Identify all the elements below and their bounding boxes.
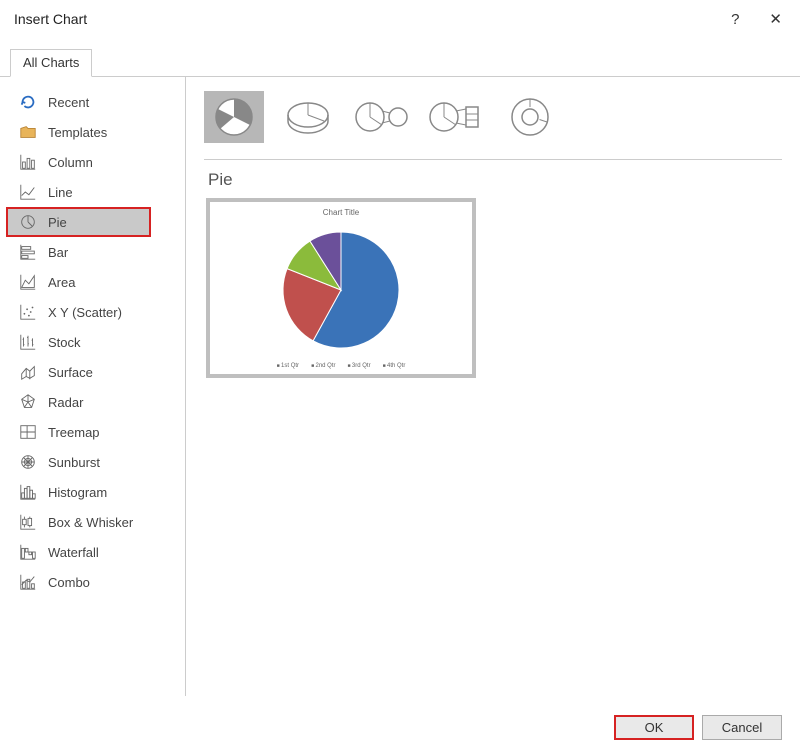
- sidebar-item-label: Sunburst: [48, 455, 100, 470]
- subtype-pie[interactable]: [204, 91, 264, 143]
- legend-item: 4th Qtr: [383, 363, 406, 369]
- sidebar-item-line[interactable]: Line: [8, 177, 185, 207]
- sidebar-item-sunburst[interactable]: Sunburst: [8, 447, 185, 477]
- sidebar-item-pie[interactable]: Pie: [6, 207, 151, 237]
- content-area: Recent Templates Column Line: [0, 76, 800, 696]
- help-icon[interactable]: ?: [731, 11, 739, 28]
- sidebar-item-waterfall[interactable]: Waterfall: [8, 537, 185, 567]
- sidebar-item-boxwhisker[interactable]: Box & Whisker: [8, 507, 185, 537]
- templates-icon: [18, 123, 38, 141]
- bar-icon: [18, 243, 38, 261]
- sidebar-item-area[interactable]: Area: [8, 267, 185, 297]
- sidebar-item-label: Combo: [48, 575, 90, 590]
- chart-preview-legend: 1st Qtr 2nd Qtr 3rd Qtr 4th Qtr: [277, 361, 406, 370]
- sidebar-item-label: Templates: [48, 125, 107, 140]
- legend-item: 3rd Qtr: [348, 363, 371, 369]
- sidebar-item-radar[interactable]: Radar: [8, 387, 185, 417]
- area-icon: [18, 273, 38, 291]
- chart-subtype-row: [204, 91, 782, 160]
- ok-button[interactable]: OK: [614, 715, 694, 740]
- combo-icon: [18, 573, 38, 591]
- chart-preview[interactable]: Chart Title 1st Qtr 2nd Qtr 3rd Qtr 4th …: [206, 198, 476, 378]
- waterfall-icon: [18, 543, 38, 561]
- sidebar-item-histogram[interactable]: Histogram: [8, 477, 185, 507]
- sidebar-item-label: Pie: [48, 215, 67, 230]
- subtype-pie-of-pie[interactable]: [352, 91, 412, 143]
- dialog-footer: OK Cancel: [614, 715, 782, 740]
- sidebar-item-treemap[interactable]: Treemap: [8, 417, 185, 447]
- sidebar-item-label: Area: [48, 275, 75, 290]
- sidebar-item-recent[interactable]: Recent: [8, 87, 185, 117]
- surface-icon: [18, 363, 38, 381]
- sidebar-item-label: Column: [48, 155, 93, 170]
- column-icon: [18, 153, 38, 171]
- subtype-doughnut[interactable]: [500, 91, 560, 143]
- treemap-icon: [18, 423, 38, 441]
- pie-icon: [18, 213, 38, 231]
- sidebar-item-bar[interactable]: Bar: [8, 237, 185, 267]
- sidebar-item-xyscatter[interactable]: X Y (Scatter): [8, 297, 185, 327]
- titlebar: Insert Chart ? ✕: [0, 0, 800, 36]
- sidebar-item-label: X Y (Scatter): [48, 305, 122, 320]
- chart-preview-plot: [276, 219, 406, 361]
- close-icon[interactable]: ✕: [763, 10, 788, 28]
- sidebar-item-label: Line: [48, 185, 73, 200]
- sidebar-item-label: Treemap: [48, 425, 100, 440]
- sidebar-item-label: Box & Whisker: [48, 515, 133, 530]
- scatter-icon: [18, 303, 38, 321]
- window-title: Insert Chart: [14, 11, 87, 27]
- cancel-button[interactable]: Cancel: [702, 715, 782, 740]
- stock-icon: [18, 333, 38, 351]
- sidebar-item-templates[interactable]: Templates: [8, 117, 185, 147]
- sidebar-item-label: Surface: [48, 365, 93, 380]
- recent-icon: [18, 93, 38, 111]
- sidebar-item-label: Stock: [48, 335, 81, 350]
- chart-type-label: Pie: [208, 170, 782, 190]
- sidebar-item-label: Recent: [48, 95, 89, 110]
- tabstrip: All Charts: [0, 48, 800, 76]
- subtype-bar-of-pie[interactable]: [426, 91, 486, 143]
- sidebar-item-combo[interactable]: Combo: [8, 567, 185, 597]
- legend-item: 2nd Qtr: [311, 363, 335, 369]
- main-panel: Pie Chart Title 1st Qtr 2nd Qtr 3rd Qtr …: [186, 77, 800, 696]
- sidebar-item-label: Radar: [48, 395, 83, 410]
- sidebar-item-label: Waterfall: [48, 545, 99, 560]
- subtype-pie-3d[interactable]: [278, 91, 338, 143]
- sidebar-item-label: Bar: [48, 245, 68, 260]
- sidebar-item-label: Histogram: [48, 485, 107, 500]
- sidebar-item-column[interactable]: Column: [8, 147, 185, 177]
- chart-category-sidebar: Recent Templates Column Line: [0, 77, 186, 696]
- sidebar-item-stock[interactable]: Stock: [8, 327, 185, 357]
- tab-all-charts[interactable]: All Charts: [10, 49, 92, 77]
- legend-item: 1st Qtr: [277, 363, 299, 369]
- histogram-icon: [18, 483, 38, 501]
- chart-preview-title: Chart Title: [323, 208, 359, 217]
- radar-icon: [18, 393, 38, 411]
- sidebar-item-surface[interactable]: Surface: [8, 357, 185, 387]
- boxwhisker-icon: [18, 513, 38, 531]
- line-icon: [18, 183, 38, 201]
- sunburst-icon: [18, 453, 38, 471]
